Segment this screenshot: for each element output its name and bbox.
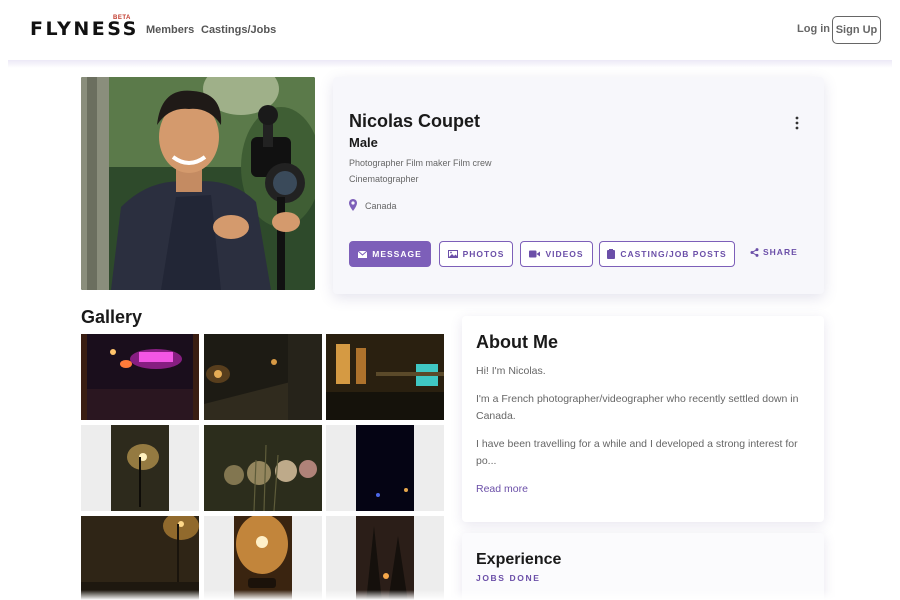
read-more-link[interactable]: Read more — [476, 483, 528, 495]
videos-button[interactable]: VIDEOS — [520, 241, 593, 267]
login-link[interactable]: Log in — [797, 23, 830, 35]
image-icon — [447, 250, 458, 258]
gallery-photo[interactable] — [326, 425, 444, 511]
profile-location: Canada — [365, 201, 397, 211]
beta-badge: BETA — [113, 15, 131, 21]
casting-button-label: CASTING/JOB POSTS — [620, 249, 727, 259]
message-button-label: MESSAGE — [372, 249, 422, 259]
envelope-icon — [358, 250, 368, 258]
flyness-logo[interactable]: FLYNESS — [30, 18, 139, 40]
gallery-photo[interactable] — [326, 516, 444, 600]
nav-castings-jobs[interactable]: Castings/Jobs — [201, 24, 276, 36]
experience-heading: Experience — [476, 551, 562, 568]
clipboard-icon — [607, 249, 616, 259]
gallery-photo[interactable] — [81, 425, 199, 511]
casting-job-posts-button[interactable]: CASTING/JOB POSTS — [599, 241, 735, 267]
about-paragraph: I have been travelling for a while and I… — [476, 438, 798, 467]
bottom-fade — [0, 590, 900, 600]
gallery-photo[interactable] — [204, 516, 322, 600]
more-options-icon[interactable] — [793, 116, 801, 130]
signup-button[interactable]: Sign Up — [832, 16, 881, 44]
profession-list-cont: Cinematographer — [349, 174, 419, 184]
top-navbar: FLYNESS BETA Members Castings/Jobs Log i… — [0, 0, 900, 60]
share-icon — [750, 247, 759, 257]
profile-name: Nicolas Coupet — [349, 111, 481, 131]
share-label: SHARE — [763, 247, 798, 257]
gallery-photo[interactable] — [204, 425, 322, 511]
gallery-heading: Gallery — [81, 307, 143, 327]
about-paragraph: I'm a French photographer/videographer w… — [476, 393, 799, 422]
about-paragraph: Hi! I'm Nicolas. — [476, 365, 546, 377]
gallery-photo[interactable] — [81, 334, 199, 420]
about-me-card: About Me Hi! I'm Nicolas. I'm a French p… — [462, 316, 824, 522]
profession-list: Photographer Film maker Film crew — [349, 158, 492, 168]
message-button[interactable]: MESSAGE — [349, 241, 431, 267]
video-camera-icon — [529, 250, 541, 258]
nav-members[interactable]: Members — [146, 24, 194, 36]
profile-photo[interactable] — [81, 77, 315, 290]
photos-button[interactable]: PHOTOS — [439, 241, 513, 267]
photos-button-label: PHOTOS — [462, 249, 505, 259]
gallery-photo[interactable] — [204, 334, 322, 420]
videos-button-label: VIDEOS — [545, 249, 584, 259]
share-button[interactable]: SHARE — [750, 247, 798, 257]
gallery-photo[interactable] — [326, 334, 444, 420]
gallery-photo[interactable] — [81, 516, 199, 600]
profile-gender: Male — [349, 135, 378, 150]
about-me-heading: About Me — [476, 332, 558, 352]
jobs-done-subheading: JOBS DONE — [476, 573, 541, 583]
profile-card: Nicolas Coupet Male Photographer Film ma… — [333, 77, 824, 294]
location-pin-icon — [349, 199, 357, 211]
navbar-shadow — [8, 60, 892, 68]
